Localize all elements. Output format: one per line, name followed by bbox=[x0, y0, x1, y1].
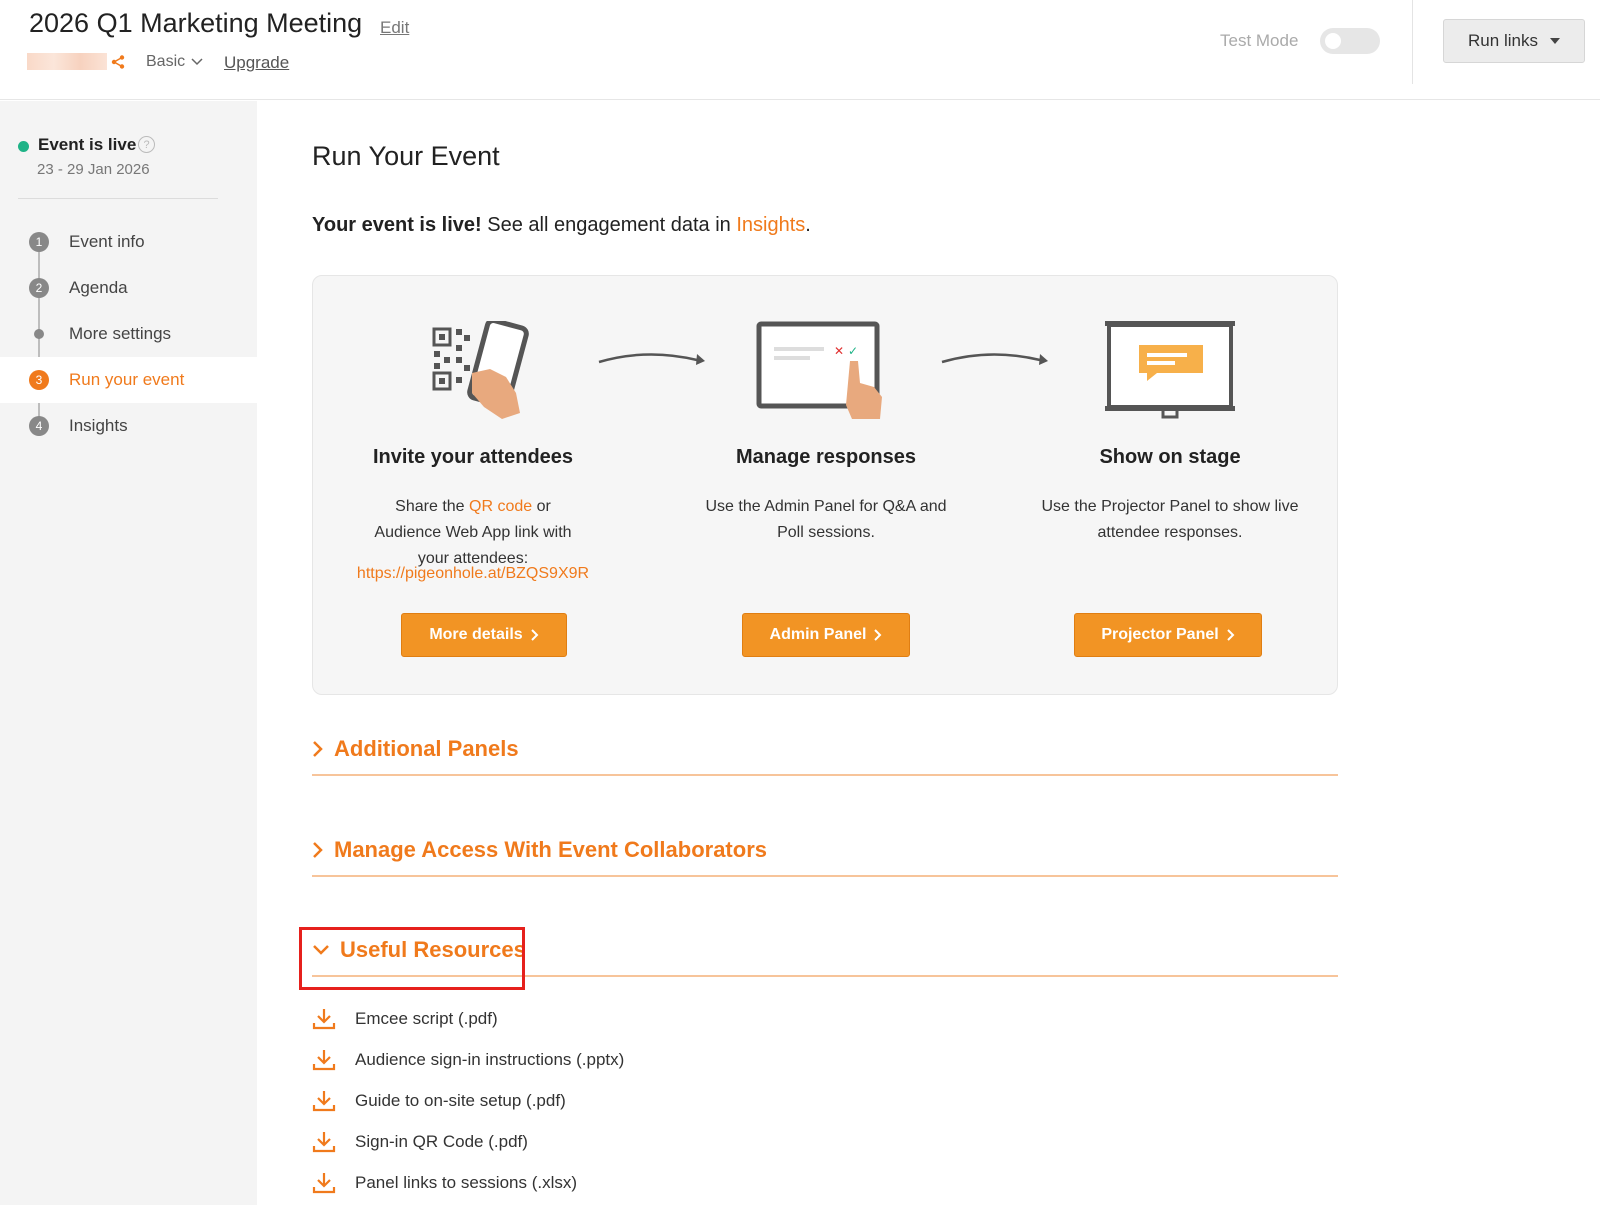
chevron-right-icon bbox=[313, 741, 323, 757]
sidebar-item-insights[interactable]: 4 Insights bbox=[0, 403, 257, 449]
step-number: 1 bbox=[29, 232, 49, 252]
section-title: Manage Access With Event Collaborators bbox=[334, 837, 767, 862]
audience-web-app-link[interactable]: https://pigeonhole.at/BZQS9X9R bbox=[313, 565, 633, 583]
sidebar-item-label: More settings bbox=[69, 324, 172, 343]
sidebar-item-run-your-event[interactable]: 3 Run your event bbox=[0, 357, 257, 403]
stage-description: Use the Projector Panel to show live att… bbox=[1041, 498, 1299, 541]
plan-select[interactable]: Basic bbox=[146, 53, 203, 71]
live-message: Your event is live! See all engagement d… bbox=[312, 214, 811, 237]
substep-dot bbox=[34, 329, 44, 339]
edit-title-link[interactable]: Edit bbox=[380, 18, 409, 38]
download-icon bbox=[312, 1009, 336, 1030]
invite-desc-pre: Share the bbox=[395, 498, 469, 515]
manage-description: Use the Admin Panel for Q&A and Poll ses… bbox=[705, 498, 947, 541]
live-message-end: . bbox=[805, 214, 811, 236]
run-links-button[interactable]: Run links bbox=[1443, 19, 1585, 63]
sidebar-item-label: Run your event bbox=[69, 370, 185, 389]
sidebar-item-label: Event info bbox=[69, 232, 145, 251]
step-number: 2 bbox=[29, 278, 49, 298]
chevron-right-icon bbox=[313, 842, 323, 858]
section-title: Additional Panels bbox=[334, 736, 519, 761]
test-mode-label: Test Mode bbox=[1220, 31, 1299, 50]
resource-item-emcee-script[interactable]: Emcee script (.pdf) bbox=[312, 1006, 498, 1032]
more-details-button[interactable]: More details bbox=[401, 613, 567, 657]
help-icon[interactable]: ? bbox=[138, 136, 155, 153]
run-links-label: Run links bbox=[1468, 31, 1538, 50]
resource-label: Sign-in QR Code (.pdf) bbox=[355, 1132, 528, 1151]
sidebar-divider bbox=[18, 198, 218, 199]
chevron-right-icon bbox=[1226, 629, 1235, 641]
chevron-right-icon bbox=[530, 629, 539, 641]
tablet-illustration: ✕ ✓ bbox=[756, 321, 882, 419]
manage-title: Manage responses bbox=[735, 446, 917, 468]
event-title: 2026 Q1 Marketing Meeting bbox=[29, 8, 363, 38]
download-icon bbox=[312, 1173, 336, 1194]
plan-label: Basic bbox=[146, 53, 186, 70]
live-status-dot bbox=[18, 141, 29, 152]
insights-link[interactable]: Insights bbox=[736, 214, 805, 236]
event-dates: 23 - 29 Jan 2026 bbox=[37, 161, 150, 178]
highlight-box bbox=[299, 927, 525, 990]
additional-panels-section: Additional Panels bbox=[312, 726, 1338, 776]
download-icon bbox=[312, 1091, 336, 1112]
caret-down-icon bbox=[1549, 38, 1560, 44]
invite-description: Share the QR code or Audience Web App li… bbox=[313, 494, 633, 572]
sidebar-item-more-settings[interactable]: More settings bbox=[0, 311, 257, 357]
event-status: Event is live bbox=[38, 135, 137, 154]
resource-label: Panel links to sessions (.xlsx) bbox=[355, 1173, 578, 1192]
more-details-label: More details bbox=[429, 626, 523, 643]
resource-item-sign-in-instructions[interactable]: Audience sign-in instructions (.pptx) bbox=[312, 1047, 624, 1073]
upgrade-link[interactable]: Upgrade bbox=[224, 53, 289, 73]
page-title: Run Your Event bbox=[312, 141, 500, 171]
toggle-knob bbox=[1325, 33, 1341, 49]
step-number: 4 bbox=[29, 416, 49, 436]
chevron-right-icon bbox=[874, 629, 882, 641]
run-steps-card: Invite your attendees Share the QR code … bbox=[312, 275, 1338, 695]
redacted-account-name bbox=[27, 53, 107, 70]
svg-text:✓: ✓ bbox=[848, 344, 858, 358]
live-message-text: See all engagement data in bbox=[481, 214, 737, 236]
stage-title: Show on stage bbox=[1099, 446, 1241, 468]
projector-illustration bbox=[1105, 321, 1235, 419]
qr-phone-illustration bbox=[432, 321, 529, 419]
additional-panels-toggle[interactable]: Additional Panels bbox=[312, 736, 519, 762]
resource-item-panel-links[interactable]: Panel links to sessions (.xlsx) bbox=[312, 1170, 577, 1196]
sidebar-item-label: Insights bbox=[69, 416, 128, 435]
sidebar: Event is live ? 23 - 29 Jan 2026 1 Event… bbox=[0, 101, 257, 1205]
resource-label: Audience sign-in instructions (.pptx) bbox=[355, 1050, 625, 1069]
download-icon bbox=[312, 1132, 336, 1153]
svg-text:✕: ✕ bbox=[834, 344, 844, 358]
projector-panel-button[interactable]: Projector Panel bbox=[1074, 613, 1262, 657]
step-number: 3 bbox=[29, 370, 49, 390]
resource-item-setup-guide[interactable]: Guide to on-site setup (.pdf) bbox=[312, 1088, 566, 1114]
sidebar-item-event-info[interactable]: 1 Event info bbox=[0, 219, 257, 265]
chevron-down-icon bbox=[191, 58, 203, 66]
arrow-icon bbox=[941, 353, 1048, 365]
test-mode-toggle[interactable] bbox=[1320, 28, 1380, 54]
share-icon[interactable] bbox=[110, 54, 126, 70]
sidebar-item-agenda[interactable]: 2 Agenda bbox=[0, 265, 257, 311]
collaborators-toggle[interactable]: Manage Access With Event Collaborators bbox=[312, 837, 767, 863]
resource-label: Guide to on-site setup (.pdf) bbox=[355, 1091, 566, 1110]
admin-panel-label: Admin Panel bbox=[769, 626, 867, 643]
top-header: 2026 Q1 Marketing Meeting Edit Basic Upg… bbox=[0, 0, 1600, 100]
sidebar-item-label: Agenda bbox=[69, 278, 128, 297]
admin-panel-button[interactable]: Admin Panel bbox=[742, 613, 910, 657]
invite-title: Invite your attendees bbox=[372, 446, 574, 468]
collaborators-section: Manage Access With Event Collaborators bbox=[312, 827, 1338, 877]
live-message-bold: Your event is live! bbox=[312, 214, 482, 236]
arrow-icon bbox=[598, 353, 705, 365]
header-divider bbox=[1412, 0, 1413, 84]
qr-code-link[interactable]: QR code bbox=[469, 498, 532, 515]
projector-panel-label: Projector Panel bbox=[1101, 626, 1219, 643]
resource-label: Emcee script (.pdf) bbox=[355, 1009, 498, 1028]
download-icon bbox=[312, 1050, 336, 1071]
resource-item-qr-code[interactable]: Sign-in QR Code (.pdf) bbox=[312, 1129, 528, 1155]
